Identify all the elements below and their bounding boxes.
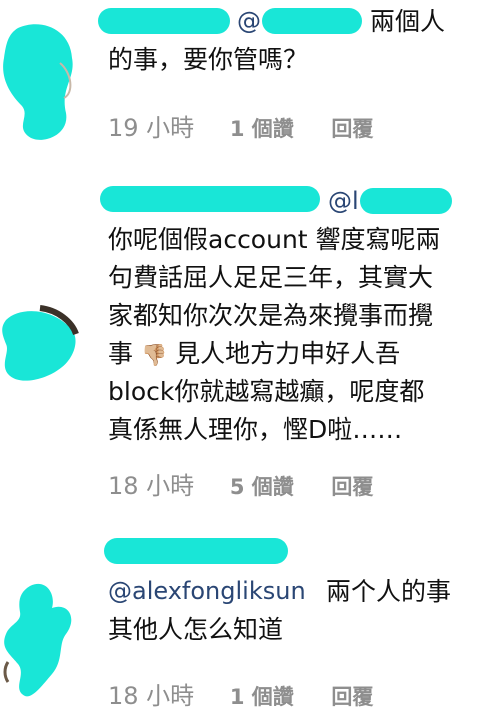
comment-text-line: 兩个人的事	[326, 577, 452, 606]
comment-3: @alexfongliksun 兩个人的事 其他人怎么知道 18 小時 1 個讚…	[0, 0, 486, 724]
comment-meta: 18 小時 1 個讚 回覆	[108, 680, 373, 713]
comment-text-line: 其他人怎么知道	[108, 615, 284, 644]
timestamp: 18 小時	[108, 682, 195, 710]
mention-link[interactable]: @alexfongliksun	[108, 574, 306, 608]
username-redaction[interactable]	[104, 538, 288, 564]
avatar[interactable]	[0, 578, 80, 702]
reply-button[interactable]: 回覆	[331, 681, 373, 713]
likes-count[interactable]: 1 個讚	[230, 681, 294, 713]
